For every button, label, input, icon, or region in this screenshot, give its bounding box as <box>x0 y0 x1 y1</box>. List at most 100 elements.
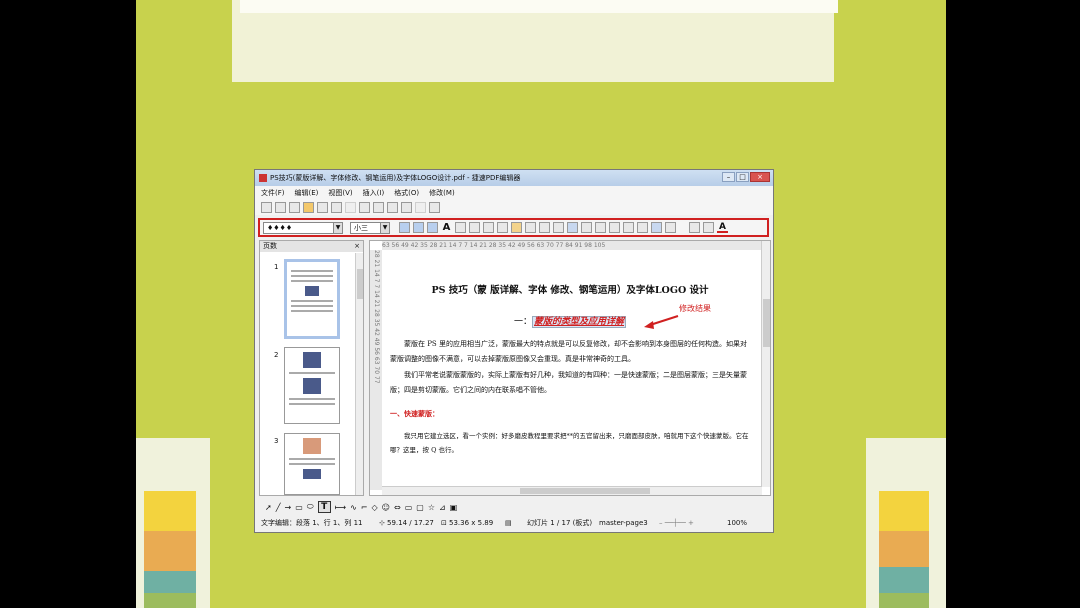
spellcheck-icon[interactable] <box>689 222 700 233</box>
align-left-icon[interactable] <box>455 222 466 233</box>
slide-banner-strip <box>240 0 838 13</box>
redo-icon[interactable] <box>415 201 426 213</box>
print-icon[interactable] <box>331 201 342 213</box>
undo-icon[interactable] <box>401 201 412 213</box>
paragraph-1[interactable]: 蒙版在 PS 里的应用相当广泛，蒙版最大的特点就是可以反复修改，却不会影响到本身… <box>390 337 750 366</box>
format-paint-icon[interactable] <box>387 201 398 213</box>
export-pdf-icon[interactable] <box>317 201 328 213</box>
annotation-arrow-icon <box>644 315 679 329</box>
save-icon[interactable] <box>289 201 300 213</box>
line-icon[interactable]: ╱ <box>276 503 281 512</box>
maximize-button[interactable]: □ <box>736 172 749 182</box>
font-name-combo[interactable]: ♦♦♦♦ ▼ <box>263 221 343 234</box>
document-horizontal-scrollbar[interactable] <box>382 486 762 495</box>
arrow-line-icon[interactable]: → <box>285 503 292 512</box>
close-icon[interactable]: × <box>354 241 360 252</box>
text-direction-icon[interactable] <box>511 222 522 233</box>
zoom-slider[interactable]: – ──┼── + <box>659 519 727 527</box>
pages-scrollbar[interactable] <box>355 253 363 495</box>
symbol-shapes-icon[interactable]: ☺ <box>382 503 390 512</box>
menu-view[interactable]: 视图(V) <box>328 188 352 198</box>
page-thumbnail[interactable] <box>284 259 340 339</box>
char-format-icon[interactable] <box>651 222 662 233</box>
list-icon[interactable] <box>539 222 550 233</box>
subheading-quick-mask[interactable]: 一、快速蒙版： <box>390 409 750 419</box>
close-button[interactable]: × <box>750 172 770 182</box>
connector-icon[interactable]: ⌐ <box>361 503 368 512</box>
highlight-icon[interactable] <box>703 222 714 233</box>
annotation-label: 修改结果 <box>679 304 711 313</box>
paste-icon[interactable] <box>373 201 384 213</box>
master-page: master-page3 <box>599 519 648 527</box>
menu-file[interactable]: 文件(F) <box>261 188 285 198</box>
slide-indicator: 幻灯片 1 / 17 (板式) <box>527 519 593 527</box>
page-thumbnail[interactable] <box>284 433 340 495</box>
menu-modify[interactable]: 修改(M) <box>429 188 455 198</box>
rectangle-icon[interactable]: ▭ <box>295 503 303 512</box>
paragraph-2[interactable]: 我们平常老说蒙版蒙版的，实际上蒙版有好几种，我知道的有四种：一是快速蒙版；二是图… <box>390 368 750 397</box>
align-center-icon[interactable] <box>469 222 480 233</box>
decor-stripe-green <box>879 593 929 608</box>
copy-icon[interactable] <box>359 201 370 213</box>
document-vertical-scrollbar[interactable] <box>761 241 770 487</box>
doc-modified-icon: ▤ <box>505 519 512 527</box>
horizontal-ruler: 63 56 49 42 35 28 21 14 7 7 14 21 28 35 … <box>382 241 762 250</box>
object-size: 53.36 x 5.89 <box>449 519 494 527</box>
block-arrows-icon[interactable]: ⇔ <box>394 503 401 512</box>
font-size-combo[interactable]: 小三 ▼ <box>350 221 390 234</box>
pdf-editor-window: PS技巧(蒙版详解、字体修改、钢笔运用)及字体LOGO设计.pdf - 捷速PD… <box>254 169 774 533</box>
basic-shapes-icon[interactable]: ◇ <box>372 503 378 512</box>
gallery-icon[interactable]: ▣ <box>450 503 458 512</box>
menu-insert[interactable]: 插入(I) <box>363 188 385 198</box>
document-title: PS 技巧（蒙 版详解、字体 修改、钢笔运用）及字体LOGO 设计 <box>431 285 709 296</box>
decor-stripe-orange <box>144 531 196 571</box>
text-tool-icon[interactable]: T <box>317 501 331 513</box>
chevron-down-icon[interactable]: ▼ <box>333 222 342 233</box>
para-spacing-2-icon[interactable] <box>623 222 634 233</box>
star-icon[interactable]: ☆ <box>428 503 435 512</box>
ellipse-icon[interactable]: ⬭ <box>307 502 314 512</box>
align-right-icon[interactable] <box>483 222 494 233</box>
pages-panel: 页数 × 1 2 3 <box>259 240 364 496</box>
line-spacing-3-icon[interactable] <box>595 222 606 233</box>
status-bar: 文字编辑：段落 1、行 1、列 11 ⊹ 59.14 / 17.27 ⊡ 53.… <box>257 516 771 530</box>
cut-icon[interactable] <box>345 201 356 213</box>
select-arrow-icon[interactable]: ➚ <box>265 503 272 512</box>
italic-a-icon[interactable] <box>413 222 424 233</box>
page-thumbnail[interactable] <box>284 347 340 424</box>
points-icon[interactable]: ⊿ <box>439 503 446 512</box>
menu-format[interactable]: 格式(O) <box>394 188 419 198</box>
line-spacing-icon[interactable] <box>567 222 578 233</box>
para-format-icon[interactable] <box>665 222 676 233</box>
font-color-icon[interactable]: A <box>717 222 728 233</box>
new-icon[interactable] <box>261 201 272 213</box>
para-spacing-icon[interactable] <box>609 222 620 233</box>
line-spacing-2-icon[interactable] <box>581 222 592 233</box>
heading-row: 一： 蒙版的类型及应用详解 <box>390 314 750 328</box>
flowchart-icon[interactable]: ▭ <box>405 503 413 512</box>
window-title: PS技巧(蒙版详解、字体修改、钢笔运用)及字体LOGO设计.pdf - 捷速PD… <box>270 174 521 182</box>
callout-icon[interactable]: ▢ <box>416 503 424 512</box>
edit-mode-icon[interactable] <box>303 201 314 213</box>
text-a-icon[interactable]: A <box>441 222 452 233</box>
chevron-down-icon[interactable]: ▼ <box>380 222 389 233</box>
pages-panel-header: 页数 × <box>260 241 363 252</box>
font-name-value: ♦♦♦♦ <box>267 223 293 232</box>
align-justify-icon[interactable] <box>497 222 508 233</box>
zoom-icon[interactable] <box>429 201 440 213</box>
text-direction-2-icon[interactable] <box>525 222 536 233</box>
bold-a-icon[interactable] <box>399 222 410 233</box>
decor-stripe-yellow <box>144 491 196 531</box>
open-icon[interactable] <box>275 201 286 213</box>
list-2-icon[interactable] <box>553 222 564 233</box>
vertical-text-icon[interactable]: ⟼ <box>335 503 346 512</box>
menu-edit[interactable]: 编辑(E) <box>295 188 319 198</box>
document-view: 63 56 49 42 35 28 21 14 7 7 14 21 28 35 … <box>369 240 771 496</box>
minimize-button[interactable]: – <box>722 172 735 182</box>
drawing-toolbar: ➚ ╱ → ▭ ⬭ T ⟼ ∿ ⌐ ◇ ☺ ⇔ ▭ ▢ ☆ ⊿ ▣ <box>257 500 771 514</box>
selected-heading-text[interactable]: 蒙版的类型及应用详解 <box>532 316 627 328</box>
underline-a-icon[interactable] <box>427 222 438 233</box>
paragraph-3[interactable]: 我只用它建立选区，看一个实例：好多磨皮教程里要求把**的五官留出来，只磨面部皮肤… <box>390 429 750 457</box>
curve-icon[interactable]: ∿ <box>350 503 357 512</box>
indent-icon[interactable] <box>637 222 648 233</box>
